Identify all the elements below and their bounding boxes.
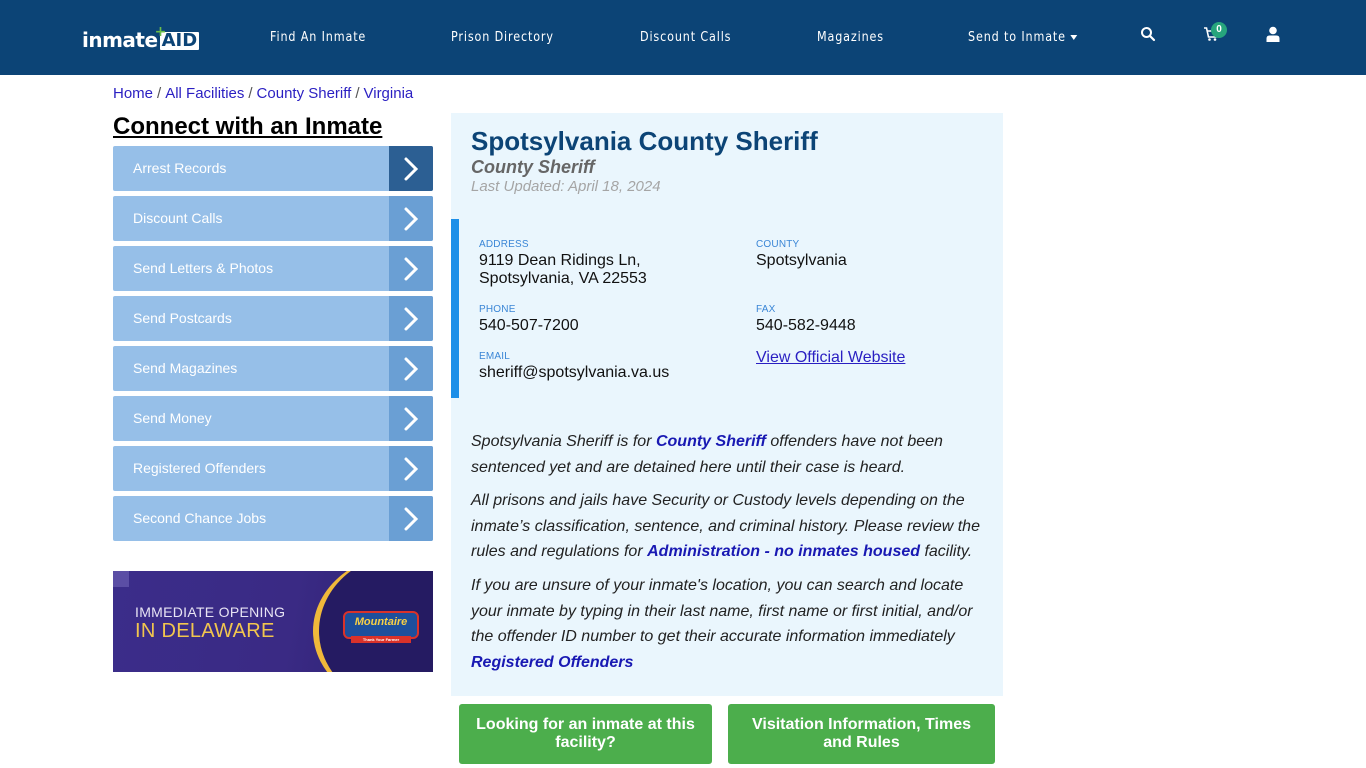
ad-headline-2: IN DELAWARE xyxy=(135,620,275,642)
mountaire-logo: Mountaire Thank Your Farmer xyxy=(343,611,419,643)
search-icon[interactable] xyxy=(1140,26,1160,46)
chevron-right-icon xyxy=(389,396,433,441)
chevron-right-icon xyxy=(389,496,433,541)
breadcrumb-separator: / xyxy=(157,85,162,102)
website-field: View Official Website xyxy=(756,349,905,367)
email-value[interactable]: sheriff@spotsylvania.va.us xyxy=(479,364,669,382)
desc-text: If you are unsure of your inmate's locat… xyxy=(471,577,973,645)
fax-field: FAX 540-582-9448 xyxy=(756,304,856,335)
nav-discount-calls[interactable]: Discount Calls xyxy=(640,30,731,45)
sidebar-item-second-chance-jobs[interactable]: Second Chance Jobs xyxy=(113,496,433,541)
cart-count-badge: 0 xyxy=(1211,22,1227,38)
fax-value: 540-582-9448 xyxy=(756,317,856,334)
facility-info-box: ADDRESS 9119 Dean Ridings Ln, Spotsylvan… xyxy=(451,219,1003,398)
phone-field: PHONE 540-507-7200 xyxy=(479,304,579,335)
job-ad-banner[interactable]: IMMEDIATE OPENING IN DELAWARE Mountaire … xyxy=(113,571,433,672)
breadcrumb-all-facilities[interactable]: All Facilities xyxy=(165,85,244,102)
logo-text-inmate: inmate xyxy=(82,28,158,52)
nav-send-to-inmate[interactable]: Send to Inmate xyxy=(968,30,1078,45)
facility-panel: Spotsylvania County Sheriff County Sheri… xyxy=(451,113,1003,696)
address-field: ADDRESS 9119 Dean Ridings Ln, Spotsylvan… xyxy=(479,239,647,288)
chevron-right-icon xyxy=(389,196,433,241)
top-navbar: inmate + AID Find An Inmate Prison Direct… xyxy=(0,0,1366,75)
ad-decoration xyxy=(113,571,129,587)
facility-type: County Sheriff xyxy=(471,157,595,177)
nav-find-an-inmate[interactable]: Find An Inmate xyxy=(270,30,366,45)
county-label: COUNTY xyxy=(756,239,800,250)
phone-label: PHONE xyxy=(479,304,516,315)
sidebar-item-label: Registered Offenders xyxy=(133,460,266,476)
sidebar-item-send-money[interactable]: Send Money xyxy=(113,396,433,441)
logo-aid-label: AID xyxy=(161,30,198,51)
ad-brand-tagline: Thank Your Farmer xyxy=(351,636,411,643)
breadcrumb-virginia[interactable]: Virginia xyxy=(364,85,414,102)
sidebar-item-label: Send Postcards xyxy=(133,310,232,326)
sidebar-item-label: Arrest Records xyxy=(133,160,227,176)
find-inmate-at-facility-button[interactable]: Looking for an inmate at this facility? xyxy=(459,704,712,764)
user-icon[interactable] xyxy=(1266,26,1286,46)
caret-down-icon xyxy=(1070,35,1078,40)
inmateaid-logo[interactable]: inmate + AID xyxy=(82,24,200,52)
view-official-website-link[interactable]: View Official Website xyxy=(756,349,905,366)
fax-label: FAX xyxy=(756,304,776,315)
desc-text: Spotsylvania Sheriff is for xyxy=(471,433,656,450)
ad-brand-name: Mountaire xyxy=(354,616,408,628)
sidebar-item-send-letters-photos[interactable]: Send Letters & Photos xyxy=(113,246,433,291)
description-paragraph-2: All prisons and jails have Security or C… xyxy=(471,488,986,565)
registered-offenders-link[interactable]: Registered Offenders xyxy=(471,654,633,671)
breadcrumb: Home / All Facilities / County Sheriff / Virgi… xyxy=(113,85,413,102)
sidebar-item-registered-offenders[interactable]: Registered Offenders xyxy=(113,446,433,491)
sidebar-item-label: Send Letters & Photos xyxy=(133,260,274,276)
chevron-right-icon xyxy=(389,296,433,341)
nav-prison-directory[interactable]: Prison Directory xyxy=(451,30,554,45)
breadcrumb-county-sheriff[interactable]: County Sheriff xyxy=(257,85,352,102)
chevron-right-icon xyxy=(389,246,433,291)
sidebar-item-arrest-records[interactable]: Arrest Records xyxy=(113,146,433,191)
nav-magazines[interactable]: Magazines xyxy=(817,30,884,45)
sidebar-item-discount-calls[interactable]: Discount Calls xyxy=(113,196,433,241)
sidebar-item-send-magazines[interactable]: Send Magazines xyxy=(113,346,433,391)
last-updated-text: Last Updated: April 18, 2024 xyxy=(471,178,661,195)
chevron-right-icon xyxy=(389,446,433,491)
county-field: COUNTY Spotsylvania xyxy=(756,239,847,270)
sidebar-item-send-postcards[interactable]: Send Postcards xyxy=(113,296,433,341)
visitation-info-button[interactable]: Visitation Information, Times and Rules xyxy=(728,704,995,764)
sidebar-item-label: Send Magazines xyxy=(133,360,238,376)
administration-link[interactable]: Administration - no inmates housed xyxy=(647,543,920,560)
email-label: EMAIL xyxy=(479,351,511,362)
nav-send-to-inmate-label: Send to Inmate xyxy=(968,30,1066,45)
connect-menu: Arrest Records Discount Calls Send Lette… xyxy=(113,146,433,546)
address-line-2: Spotsylvania, VA 22553 xyxy=(479,270,647,287)
sidebar-item-label: Second Chance Jobs xyxy=(133,510,267,526)
logo-text-aid: + AID xyxy=(155,24,200,51)
breadcrumb-separator: / xyxy=(355,85,360,102)
sidebar-item-label: Discount Calls xyxy=(133,210,223,226)
email-field: EMAIL sheriff@spotsylvania.va.us xyxy=(479,351,669,382)
ad-headline-1: IMMEDIATE OPENING xyxy=(135,604,286,620)
sidebar-item-label: Send Money xyxy=(133,410,212,426)
address-label: ADDRESS xyxy=(479,239,529,250)
connect-with-inmate-heading: Connect with an Inmate xyxy=(113,113,383,140)
description-paragraph-1: Spotsylvania Sheriff is for County Sheri… xyxy=(471,429,986,480)
breadcrumb-home[interactable]: Home xyxy=(113,85,153,102)
facility-name-heading: Spotsylvania County Sheriff xyxy=(471,126,818,156)
chevron-right-icon xyxy=(389,346,433,391)
county-value: Spotsylvania xyxy=(756,252,847,269)
description-paragraph-3: If you are unsure of your inmate's locat… xyxy=(471,573,986,675)
chevron-right-icon xyxy=(389,146,433,191)
address-line-1: 9119 Dean Ridings Ln, xyxy=(479,252,641,269)
plus-icon: + xyxy=(154,24,167,40)
desc-text: facility. xyxy=(920,543,973,560)
county-sheriff-link[interactable]: County Sheriff xyxy=(656,433,766,450)
phone-value[interactable]: 540-507-7200 xyxy=(479,317,579,335)
breadcrumb-separator: / xyxy=(248,85,253,102)
